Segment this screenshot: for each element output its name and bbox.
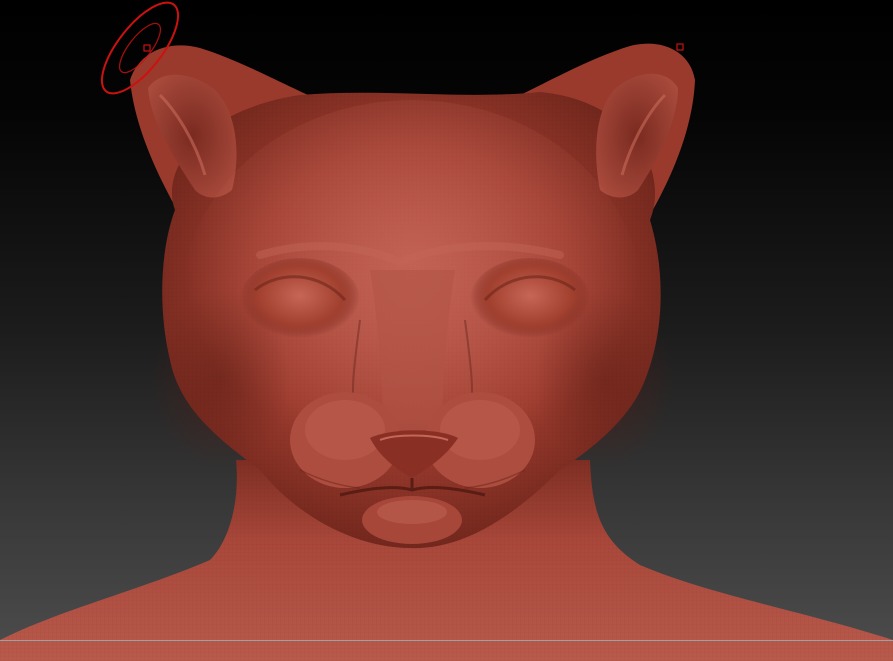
model-head [130, 43, 695, 549]
sculpt-viewport[interactable] [0, 0, 893, 661]
symmetry-marker [676, 43, 684, 51]
brush-cursor-center-marker [143, 44, 151, 52]
sculpt-canvas[interactable] [0, 0, 893, 661]
